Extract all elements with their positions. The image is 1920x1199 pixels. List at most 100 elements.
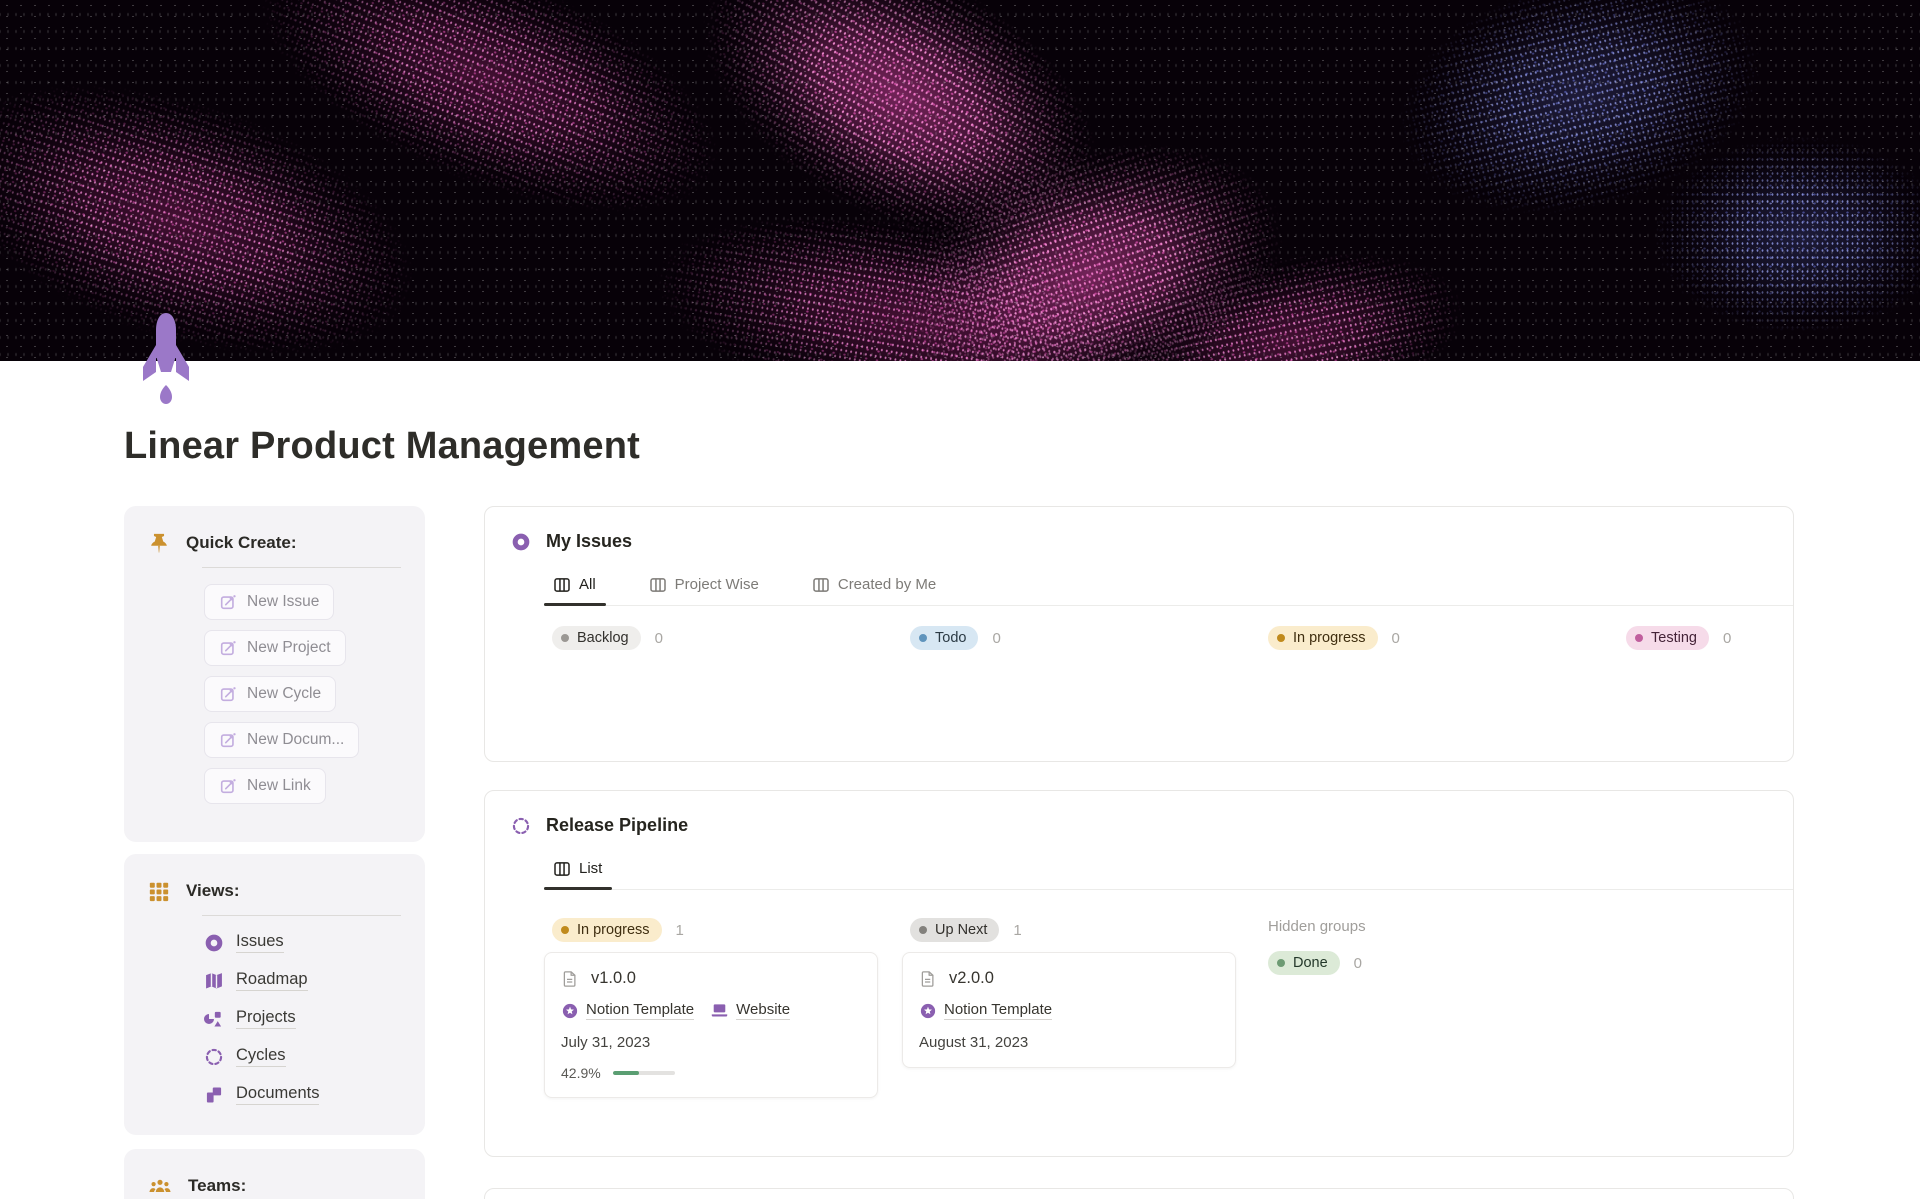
progress-bar-fill — [612, 1071, 640, 1075]
group-badge-in-progress[interactable]: In progress — [1268, 626, 1378, 650]
release-pipeline-tabs: List — [544, 854, 1793, 890]
status-dot — [561, 926, 569, 934]
compose-icon — [220, 641, 236, 656]
release-card-v1[interactable]: v1.0.0 Notion Template Website July 31, … — [544, 952, 878, 1098]
group-count: 0 — [1391, 629, 1400, 647]
views-section: Views: Issues Roadmap Projects Cycles Do… — [124, 854, 425, 1135]
divider — [202, 915, 401, 916]
projects-shapes-icon — [204, 1011, 222, 1026]
compose-icon — [220, 733, 236, 748]
release-pipeline-title: Release Pipeline — [546, 815, 689, 835]
group-badge-todo[interactable]: Todo — [910, 626, 979, 650]
page-icon — [921, 970, 934, 987]
nebula-blue-patch — [1299, 0, 1861, 306]
status-dot — [1277, 959, 1285, 967]
notion-star-icon — [562, 1003, 578, 1018]
divider — [202, 567, 401, 568]
tab-list[interactable]: List — [544, 854, 613, 890]
tab-project-wise[interactable]: Project Wise — [640, 570, 769, 605]
sidebar: Quick Create: New Issue New Project New … — [124, 506, 425, 1199]
group-badge-up-next[interactable]: Up Next — [910, 918, 1000, 942]
main-content: My Issues All Project Wise Created by Me — [484, 506, 1794, 1199]
nebula-blue-patch — [1600, 100, 1920, 361]
board-view-icon — [649, 577, 666, 592]
group-badge-backlog[interactable]: Backlog — [552, 626, 641, 650]
next-card-partial — [484, 1188, 1794, 1199]
people-icon — [149, 1179, 171, 1192]
nebula-streak — [782, 34, 1398, 361]
nebula-streak — [131, 0, 849, 334]
cycles-dashed-circle-icon — [205, 1048, 223, 1065]
nebula-streak — [1032, 182, 1548, 361]
group-badge-testing[interactable]: Testing — [1626, 626, 1709, 650]
roadmap-map-icon — [206, 972, 222, 988]
new-document-button[interactable]: New Docum... — [204, 722, 360, 758]
new-link-button[interactable]: New Link — [204, 768, 326, 804]
my-issues-tabs: All Project Wise Created by Me — [544, 570, 1793, 606]
hidden-groups-label: Hidden groups — [1268, 918, 1366, 935]
group-count: 0 — [992, 629, 1001, 647]
sidebar-link-cycles[interactable]: Cycles — [204, 1046, 401, 1067]
sidebar-link-projects[interactable]: Projects — [204, 1008, 401, 1029]
tab-created-by-me[interactable]: Created by Me — [803, 570, 946, 605]
page-title: Linear Product Management — [124, 425, 640, 467]
notion-template-link[interactable]: Notion Template — [561, 1001, 695, 1020]
progress-row: 42.9% — [561, 1065, 861, 1081]
compose-icon — [220, 779, 236, 794]
status-dot — [561, 634, 569, 642]
group-count: 1 — [675, 921, 684, 939]
teams-heading: Teams: — [188, 1176, 247, 1195]
page-icon — [563, 970, 576, 987]
sidebar-link-documents[interactable]: Documents — [204, 1084, 401, 1105]
sidebar-link-issues[interactable]: Issues — [204, 932, 401, 953]
compose-icon — [220, 687, 236, 702]
group-count: 0 — [654, 629, 663, 647]
my-issues-title: My Issues — [546, 531, 633, 551]
new-cycle-button[interactable]: New Cycle — [204, 676, 337, 712]
board-view-icon — [554, 577, 570, 592]
group-count: 0 — [1722, 629, 1732, 647]
status-dot — [919, 634, 927, 642]
documents-pages-icon — [206, 1087, 222, 1102]
teams-section: Teams: — [124, 1149, 425, 1199]
release-date: July 31, 2023 — [561, 1034, 651, 1051]
website-link[interactable]: Website — [710, 1001, 791, 1020]
release-dashed-circle-icon — [512, 817, 530, 834]
status-dot — [1635, 634, 1643, 642]
new-project-button[interactable]: New Project — [204, 630, 346, 666]
release-date: August 31, 2023 — [919, 1034, 1029, 1051]
group-count: 1 — [1013, 921, 1022, 939]
nebula-streak — [566, 0, 1234, 361]
laptop-icon — [711, 1004, 728, 1017]
board-view-icon — [813, 577, 829, 592]
status-dot — [1277, 634, 1285, 642]
rocket-page-icon[interactable] — [140, 311, 192, 407]
group-badge-in-progress[interactable]: In progress — [552, 918, 662, 942]
release-pipeline-card: Release Pipeline List In progress 1 v1.0… — [484, 790, 1794, 1157]
progress-percent: 42.9% — [561, 1065, 601, 1081]
issues-donut-icon — [205, 934, 223, 951]
nebula-streak — [0, 0, 544, 361]
my-issues-card: My Issues All Project Wise Created by Me — [484, 506, 1794, 762]
pushpin-icon — [151, 533, 167, 553]
sidebar-link-roadmap[interactable]: Roadmap — [204, 970, 401, 991]
notion-template-link[interactable]: Notion Template — [919, 1001, 1053, 1020]
board-view-icon — [554, 861, 570, 876]
notion-star-icon — [920, 1003, 936, 1018]
status-dot — [919, 926, 927, 934]
cover-image[interactable] — [0, 0, 1920, 361]
grid-icon — [149, 882, 169, 902]
quick-create-section: Quick Create: New Issue New Project New … — [124, 506, 425, 842]
group-badge-done[interactable]: Done — [1268, 951, 1340, 975]
compose-icon — [220, 595, 236, 610]
tab-all[interactable]: All — [544, 570, 606, 606]
group-count: 0 — [1353, 954, 1363, 972]
progress-bar — [612, 1071, 675, 1075]
views-heading: Views: — [186, 881, 240, 900]
quick-create-heading: Quick Create: — [186, 533, 297, 552]
nebula-streak — [542, 131, 1278, 361]
my-issues-donut-icon — [512, 533, 530, 550]
new-issue-button[interactable]: New Issue — [204, 584, 335, 620]
release-board: In progress 1 v1.0.0 Notion Template Web… — [544, 918, 1767, 1098]
release-card-v2[interactable]: v2.0.0 Notion Template August 31, 2023 — [902, 952, 1236, 1068]
